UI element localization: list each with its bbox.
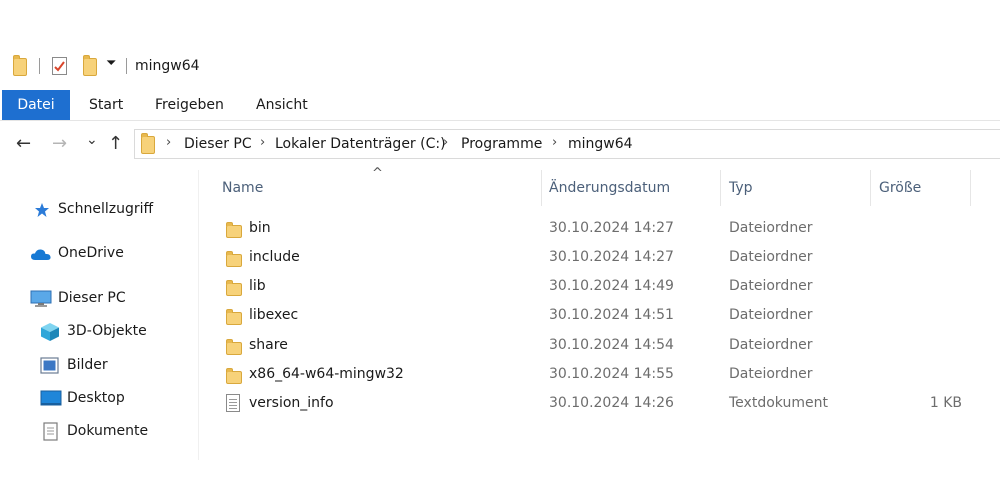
- breadcrumb-separator[interactable]: ›: [166, 135, 171, 150]
- file-type: Dateiordner: [729, 366, 813, 382]
- pane-divider: [198, 170, 199, 460]
- sidebar-item-label: 3D-Objekte: [67, 323, 147, 339]
- sidebar-item-label: Bilder: [67, 357, 108, 373]
- column-divider[interactable]: [720, 170, 721, 206]
- breadcrumb-lokaler-datentraeger[interactable]: Lokaler Datenträger (C:): [275, 136, 446, 152]
- file-date: 30.10.2024 14:55: [549, 366, 674, 382]
- file-date: 30.10.2024 14:49: [549, 278, 674, 294]
- file-name: share: [249, 337, 288, 353]
- sidebar-item-label: Schnellzugriff: [58, 201, 154, 217]
- text-file-icon: [226, 394, 240, 412]
- folder-icon: [226, 339, 242, 355]
- file-type: Dateiordner: [729, 220, 813, 236]
- address-bar[interactable]: › Dieser PC › Lokaler Datenträger (C:) ›…: [134, 129, 1000, 159]
- recent-locations-icon[interactable]: ⌄: [86, 130, 98, 150]
- file-type: Textdokument: [729, 395, 828, 411]
- ribbon-tabs: Datei Start Freigeben Ansicht: [0, 90, 1000, 121]
- folder-icon: [226, 222, 242, 238]
- file-type: Dateiordner: [729, 278, 813, 294]
- sidebar-item-label: Dieser PC: [58, 290, 126, 306]
- window-title: mingw64: [135, 58, 200, 74]
- desktop-icon: [40, 390, 62, 406]
- tab-start[interactable]: Start: [89, 97, 123, 113]
- breadcrumb-separator[interactable]: ›: [260, 135, 265, 150]
- sidebar-item-label: Dokumente: [67, 423, 149, 439]
- tab-ansicht[interactable]: Ansicht: [256, 97, 308, 113]
- column-divider[interactable]: [541, 170, 542, 206]
- file-date: 30.10.2024 14:26: [549, 395, 674, 411]
- properties-icon[interactable]: [52, 57, 67, 75]
- file-size: 1 KB: [929, 395, 962, 411]
- column-header-size[interactable]: Größe: [879, 180, 921, 196]
- file-date: 30.10.2024 14:51: [549, 307, 674, 323]
- breadcrumb-mingw64[interactable]: mingw64: [568, 136, 633, 152]
- up-arrow-icon[interactable]: ↑: [108, 134, 123, 154]
- breadcrumb-dieser-pc[interactable]: Dieser PC: [184, 136, 252, 152]
- sort-ascending-icon: ^: [372, 166, 383, 181]
- file-name: bin: [249, 220, 271, 236]
- quick-access-dropdown-icon[interactable]: ⏷: [106, 56, 116, 71]
- column-divider[interactable]: [870, 170, 871, 206]
- table-row[interactable]: lib 30.10.2024 14:49 Dateiordner: [200, 272, 1000, 301]
- folder-icon: [226, 280, 242, 296]
- column-header-type[interactable]: Typ: [729, 180, 753, 196]
- breadcrumb-programme[interactable]: Programme: [461, 136, 542, 152]
- breadcrumb-separator[interactable]: ›: [552, 135, 557, 150]
- table-row[interactable]: share 30.10.2024 14:54 Dateiordner: [200, 331, 1000, 360]
- column-header-name[interactable]: Name: [222, 180, 263, 196]
- column-divider[interactable]: [970, 170, 971, 206]
- divider: [39, 58, 40, 74]
- folder-icon: [13, 55, 27, 76]
- cube-icon: [41, 323, 59, 341]
- tab-datei[interactable]: Datei: [2, 90, 70, 120]
- divider: [126, 58, 127, 74]
- breadcrumb-separator[interactable]: ›: [443, 135, 448, 150]
- sidebar-item-label: OneDrive: [58, 245, 124, 261]
- file-type: Dateiordner: [729, 337, 813, 353]
- tab-freigeben[interactable]: Freigeben: [155, 97, 224, 113]
- file-type: Dateiordner: [729, 307, 813, 323]
- table-row[interactable]: version_info 30.10.2024 14:26 Textdokume…: [200, 389, 1000, 418]
- table-row[interactable]: include 30.10.2024 14:27 Dateiordner: [200, 243, 1000, 272]
- folder-icon: [226, 368, 242, 384]
- new-folder-icon[interactable]: [83, 55, 97, 76]
- file-name: lib: [249, 278, 266, 294]
- file-date: 30.10.2024 14:27: [549, 249, 674, 265]
- file-date: 30.10.2024 14:54: [549, 337, 674, 353]
- cloud-icon: [31, 249, 51, 260]
- table-row[interactable]: bin 30.10.2024 14:27 Dateiordner: [200, 214, 1000, 243]
- table-row[interactable]: x86_64-w64-mingw32 30.10.2024 14:55 Date…: [200, 360, 1000, 389]
- star-icon: [35, 203, 49, 217]
- file-type: Dateiordner: [729, 249, 813, 265]
- file-name: x86_64-w64-mingw32: [249, 366, 404, 382]
- file-name: libexec: [249, 307, 299, 323]
- folder-icon: [226, 309, 242, 325]
- table-row[interactable]: libexec 30.10.2024 14:51 Dateiordner: [200, 301, 1000, 330]
- folder-icon: [141, 133, 155, 154]
- forward-arrow-icon[interactable]: →: [52, 134, 67, 154]
- back-arrow-icon[interactable]: ←: [16, 134, 31, 154]
- file-date: 30.10.2024 14:27: [549, 220, 674, 236]
- file-name: include: [249, 249, 300, 265]
- sidebar-item-label: Desktop: [67, 390, 125, 406]
- pictures-icon: [40, 357, 59, 374]
- column-header-date[interactable]: Änderungsdatum: [549, 180, 670, 196]
- folder-icon: [226, 251, 242, 267]
- computer-icon: [30, 290, 52, 307]
- documents-icon: [43, 422, 58, 441]
- file-name: version_info: [249, 395, 334, 411]
